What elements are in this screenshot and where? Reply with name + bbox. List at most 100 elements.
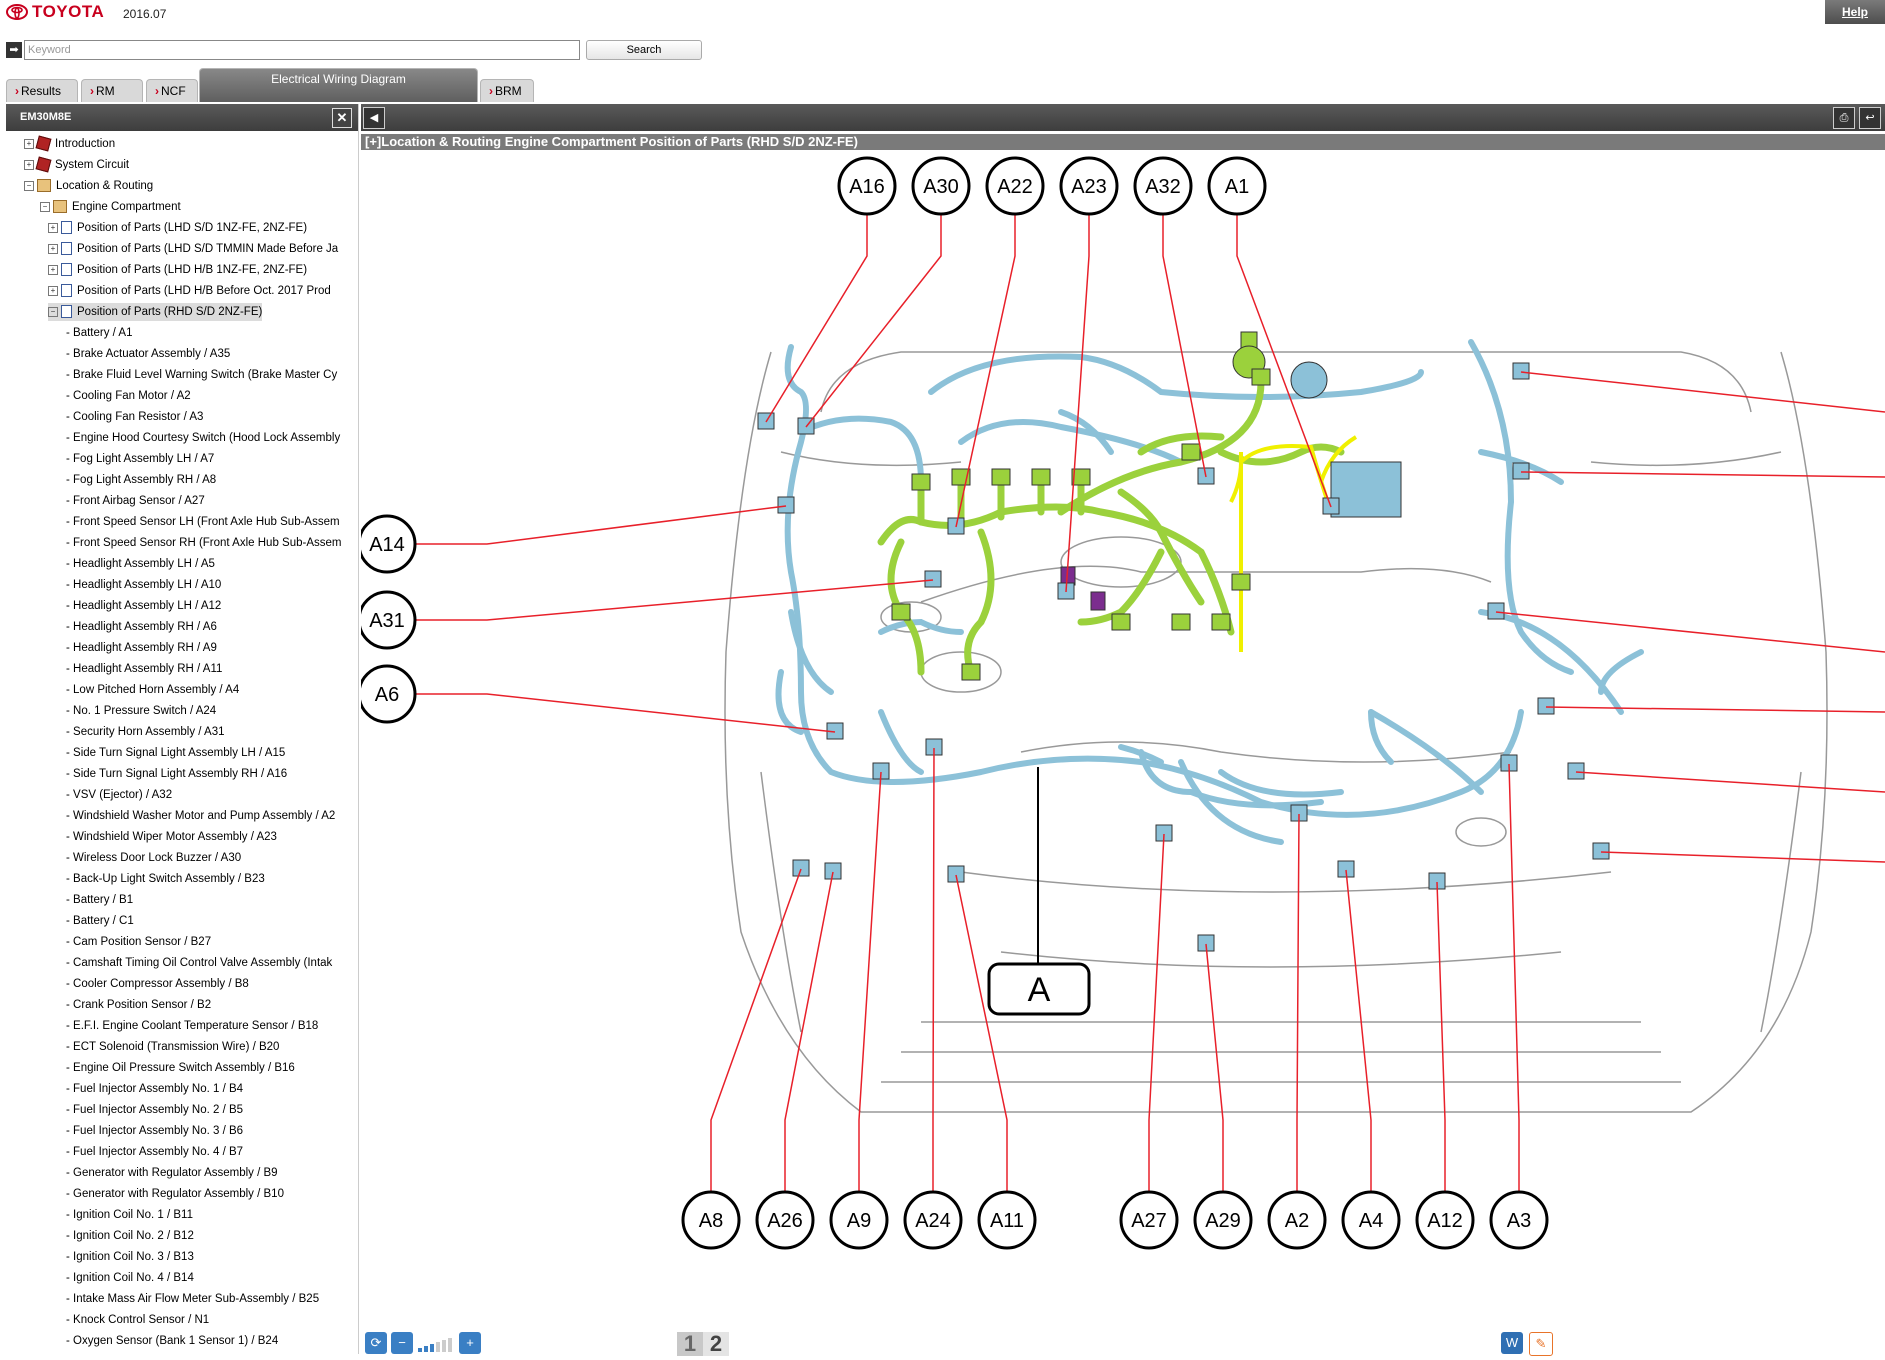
callout-a23[interactable]: A23	[1059, 156, 1119, 216]
tree-item-location-routing[interactable]: − Location & Routing	[24, 177, 153, 195]
callout-a14[interactable]: A14	[357, 514, 417, 574]
word-icon[interactable]: W	[1501, 1332, 1523, 1354]
tab-rm[interactable]: › RM	[81, 79, 143, 102]
tree-item-part[interactable]: - Battery / A1	[66, 324, 132, 342]
tree-item-part[interactable]: - Cooling Fan Resistor / A3	[66, 408, 203, 426]
help-button[interactable]: Help	[1825, 0, 1885, 24]
tree-item-part[interactable]: - Headlight Assembly RH / A6	[66, 618, 217, 636]
tree-item-part[interactable]: - Generator with Regulator Assembly / B9	[66, 1164, 278, 1182]
tree-item-part[interactable]: - Knock Control Sensor / N1	[66, 1311, 209, 1329]
zoom-in-icon[interactable]: +	[459, 1332, 481, 1354]
tree-item-part[interactable]: - Intake Mass Air Flow Meter Sub-Assembl…	[66, 1290, 319, 1308]
tree-item-introduction[interactable]: + Introduction	[24, 135, 115, 153]
tree-item-part[interactable]: - Front Airbag Sensor / A27	[66, 492, 205, 510]
collapse-icon[interactable]: −	[24, 180, 34, 191]
tree-item-part[interactable]: - Wireless Door Lock Buzzer / A30	[66, 849, 241, 867]
expand-icon[interactable]: +	[48, 264, 58, 275]
tree-item-position[interactable]: − Position of Parts (RHD S/D 2NZ-FE)	[48, 303, 263, 321]
zoom-level-indicator[interactable]	[417, 1336, 455, 1352]
tree-item-part[interactable]: - Cam Position Sensor / B27	[66, 933, 211, 951]
callout-a22[interactable]: A22	[985, 156, 1045, 216]
search-button[interactable]: Search	[586, 40, 702, 60]
print-icon[interactable]: ⎙	[1833, 107, 1855, 129]
callout-a31[interactable]: A31	[357, 590, 417, 650]
expand-icon[interactable]: +	[48, 285, 58, 296]
tree-item-part[interactable]: - Headlight Assembly RH / A9	[66, 639, 217, 657]
tree-item-part[interactable]: - Cooling Fan Motor / A2	[66, 387, 191, 405]
tree-item-part[interactable]: - Back-Up Light Switch Assembly / B23	[66, 870, 265, 888]
tree-item-part[interactable]: - Cooler Compressor Assembly / B8	[66, 975, 249, 993]
callout-a12[interactable]: A12	[1415, 1190, 1475, 1250]
tree-item-position[interactable]: + Position of Parts (LHD S/D 1NZ-FE, 2NZ-…	[48, 219, 307, 237]
rotate-icon[interactable]: ⟳	[365, 1332, 387, 1354]
close-icon[interactable]: ✕	[332, 108, 352, 128]
callout-a24[interactable]: A24	[903, 1190, 963, 1250]
tree-item-part[interactable]: - Headlight Assembly LH / A12	[66, 597, 221, 615]
back-icon[interactable]: ↩	[1859, 107, 1881, 129]
tree-item-part[interactable]: - ECT Solenoid (Transmission Wire) / B20	[66, 1038, 279, 1056]
tree-item-part[interactable]: - Ignition Coil No. 2 / B12	[66, 1227, 194, 1245]
tree-item-part[interactable]: - Side Turn Signal Light Assembly LH / A…	[66, 744, 285, 762]
tree-item-position[interactable]: + Position of Parts (LHD H/B Before Oct. …	[48, 282, 331, 300]
tree-item-part[interactable]: - Fuel Injector Assembly No. 2 / B5	[66, 1101, 243, 1119]
callout-a16[interactable]: A16	[837, 156, 897, 216]
tree-item-part[interactable]: - VSV (Ejector) / A32	[66, 786, 172, 804]
expand-icon[interactable]: +	[24, 138, 34, 149]
tree-item-part[interactable]: - Windshield Washer Motor and Pump Assem…	[66, 807, 335, 825]
callout-a9[interactable]: A9	[829, 1190, 889, 1250]
tree-item-part[interactable]: - Generator with Regulator Assembly / B1…	[66, 1185, 284, 1203]
tree-item-part[interactable]: - No. 1 Pressure Switch / A24	[66, 702, 216, 720]
tree-item-part[interactable]: - Fuel Injector Assembly No. 4 / B7	[66, 1143, 243, 1161]
tree-item-part[interactable]: - Oxygen Sensor (Bank 1 Sensor 1) / B24	[66, 1332, 278, 1350]
tree-item-part[interactable]: - Engine Oil Pressure Switch Assembly / …	[66, 1059, 295, 1077]
tree-item-part[interactable]: - Security Horn Assembly / A31	[66, 723, 225, 741]
expand-icon[interactable]: +	[48, 243, 58, 254]
tree-item-part[interactable]: - Brake Actuator Assembly / A35	[66, 345, 230, 363]
tree-item-part[interactable]: - Battery / C1	[66, 912, 134, 930]
tree-item-part[interactable]: - Ignition Coil No. 1 / B11	[66, 1206, 193, 1224]
tree-item-part[interactable]: - Camshaft Timing Oil Control Valve Asse…	[66, 954, 332, 972]
tab-ncf[interactable]: › NCF	[146, 79, 198, 102]
expand-icon[interactable]: +	[48, 222, 58, 233]
tree-item-part[interactable]: - Front Speed Sensor LH (Front Axle Hub …	[66, 513, 340, 531]
tree-item-part[interactable]: - Headlight Assembly LH / A5	[66, 555, 215, 573]
tree-item-part[interactable]: - Side Turn Signal Light Assembly RH / A…	[66, 765, 287, 783]
tree-item-part[interactable]: - Fuel Injector Assembly No. 1 / B4	[66, 1080, 243, 1098]
tree-item-part[interactable]: - Headlight Assembly LH / A10	[66, 576, 221, 594]
expand-icon[interactable]: +	[24, 159, 34, 170]
callout-a6[interactable]: A6	[357, 664, 417, 724]
tab-brm[interactable]: › BRM	[480, 79, 534, 102]
tree-item-part[interactable]: - Headlight Assembly RH / A11	[66, 660, 222, 678]
comment-icon[interactable]: ✎	[1529, 1332, 1553, 1356]
callout-a8[interactable]: A8	[681, 1190, 741, 1250]
tree-item-part[interactable]: - Ignition Coil No. 3 / B13	[66, 1248, 194, 1266]
tree-item-part[interactable]: - Fog Light Assembly LH / A7	[66, 450, 214, 468]
callout-a11[interactable]: A11	[977, 1190, 1037, 1250]
callout-a26[interactable]: A26	[755, 1190, 815, 1250]
tree-item-system-circuit[interactable]: + System Circuit	[24, 156, 129, 174]
tab-electrical-wiring-diagram[interactable]: Electrical Wiring Diagram	[199, 68, 478, 102]
callout-a2[interactable]: A2	[1267, 1190, 1327, 1250]
page-1-button[interactable]: 1	[677, 1332, 703, 1356]
tree-item-part[interactable]: - Engine Hood Courtesy Switch (Hood Lock…	[66, 429, 340, 447]
callout-a4[interactable]: A4	[1341, 1190, 1401, 1250]
tree-item-part[interactable]: - Low Pitched Horn Assembly / A4	[66, 681, 239, 699]
zoom-out-icon[interactable]: −	[391, 1332, 413, 1354]
page-2-button[interactable]: 2	[703, 1332, 729, 1356]
tree-item-part[interactable]: - Crank Position Sensor / B2	[66, 996, 211, 1014]
tree-item-part[interactable]: - E.F.I. Engine Coolant Temperature Sens…	[66, 1017, 318, 1035]
tree-item-part[interactable]: - Windshield Wiper Motor Assembly / A23	[66, 828, 277, 846]
callout-a32[interactable]: A32	[1133, 156, 1193, 216]
tree-item-part[interactable]: - Ignition Coil No. 4 / B14	[66, 1269, 194, 1287]
tree-item-part[interactable]: - Fog Light Assembly RH / A8	[66, 471, 216, 489]
callout-a27[interactable]: A27	[1119, 1190, 1179, 1250]
tree-item-part[interactable]: - Battery / B1	[66, 891, 133, 909]
tree-item-part[interactable]: - Fuel Injector Assembly No. 3 / B6	[66, 1122, 243, 1140]
callout-a30[interactable]: A30	[911, 156, 971, 216]
collapse-panel-icon[interactable]: ◀	[363, 107, 385, 129]
collapse-icon[interactable]: −	[48, 306, 58, 317]
tab-results[interactable]: › Results	[6, 79, 78, 102]
collapse-icon[interactable]: −	[40, 201, 50, 212]
tree-item-part[interactable]: - Front Speed Sensor RH (Front Axle Hub …	[66, 534, 341, 552]
callout-a3[interactable]: A3	[1489, 1190, 1549, 1250]
